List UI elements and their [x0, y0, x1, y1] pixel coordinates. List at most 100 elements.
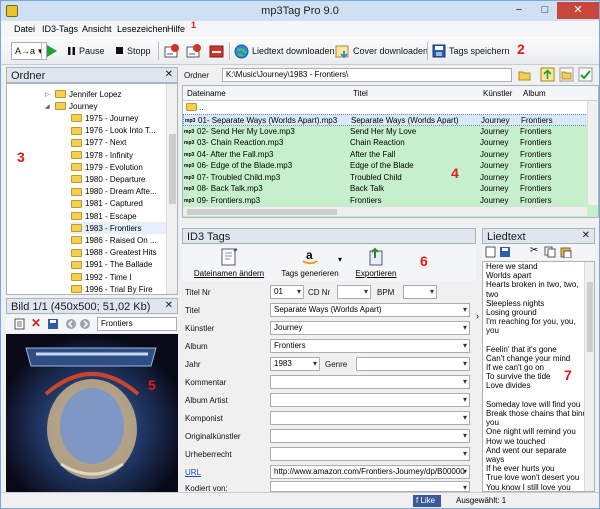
table-row[interactable]: mp3 04- After the Fall.mp3 After the Fall J…	[183, 148, 598, 161]
tree-item[interactable]: 1988 - Greatest Hits	[71, 247, 157, 259]
file-list-scrollbar[interactable]	[587, 101, 598, 205]
file-list[interactable]: Dateiname Titel Künstler Album .. mp3 01-…	[182, 85, 599, 218]
export-button[interactable]: Exportieren	[347, 247, 405, 279]
table-row[interactable]: mp3 07- Troubled Child.mp3 Troubled Child J…	[183, 171, 598, 184]
lyrics-scrollbar[interactable]	[584, 262, 594, 491]
table-row[interactable]: mp3 06- Edge of the Blade.mp3 Edge of the …	[183, 160, 598, 172]
table-row[interactable]: mp3 03- Chain Reaction.mp3 Chain Reaction J…	[183, 137, 598, 149]
cover-album-field[interactable]: Frontiers	[97, 317, 177, 331]
artist-field[interactable]: Journey	[270, 321, 470, 335]
url-field[interactable]: http://www.amazon.com/Frontiers-Journey/…	[270, 465, 470, 479]
minimize-button[interactable]: −	[506, 2, 532, 19]
album-field[interactable]: Frontiers	[270, 339, 470, 353]
hscroll-thumb[interactable]	[187, 209, 337, 215]
file-list-hscrollbar[interactable]	[183, 206, 587, 216]
next-icon[interactable]	[79, 318, 91, 330]
tree-item[interactable]: 1980 - Departure	[71, 173, 145, 185]
lyrics-text[interactable]: Here we stand Worlds apart Hearts broken i…	[482, 261, 595, 492]
close-icon[interactable]: ✕	[582, 230, 590, 241]
checkmark-icon[interactable]	[578, 67, 593, 82]
tree-item[interactable]: 1991 - The Ballade	[71, 259, 152, 271]
table-row[interactable]: mp3 01- Separate Ways (Worlds Apart).mp3 S…	[183, 114, 598, 126]
previous-icon[interactable]	[65, 318, 77, 330]
table-row[interactable]: mp3 09- Frontiers.mp3 Frontiers Journey Fron…	[183, 194, 598, 207]
tree-item[interactable]: 1980 - Dream Afte...	[71, 186, 157, 198]
original-artist-field[interactable]	[270, 429, 470, 443]
menu-bookmarks[interactable]: Lesezeichen	[117, 24, 168, 34]
encoded-by-field[interactable]	[270, 481, 470, 492]
folder-open-icon[interactable]	[518, 69, 531, 81]
tree-item[interactable]: ◢ Journey	[45, 100, 97, 112]
tree-item[interactable]: 1983 - Frontiers	[71, 222, 177, 235]
folder-browse-icon[interactable]	[559, 67, 574, 82]
cd-number-field[interactable]	[337, 285, 371, 299]
chevron-right-icon[interactable]: ›	[476, 311, 479, 321]
track-number-field[interactable]: 01	[270, 285, 304, 299]
tree-item[interactable]: ▷ Jennifer Lopez	[45, 88, 121, 100]
genre-field[interactable]	[356, 357, 470, 371]
save-icon[interactable]	[47, 318, 59, 330]
rename-files-button[interactable]: Dateinamen ändern	[190, 247, 268, 279]
tree-item[interactable]: 1986 - Raised On ...	[71, 234, 157, 246]
cut-icon[interactable]: ✂	[530, 245, 538, 256]
save-icon[interactable]	[499, 246, 511, 258]
maximize-button[interactable]: □	[532, 2, 558, 19]
folder-tree[interactable]: ▷ Jennifer Lopez ◢ Journey 1975 - Journey 197…	[6, 83, 178, 295]
table-row[interactable]: mp3 08- Back Talk.mp3 Back Talk Journey Fron…	[183, 183, 598, 195]
copy-icon[interactable]	[544, 246, 556, 258]
tag-remove-button[interactable]	[207, 42, 227, 60]
column-header-title[interactable]: Titel	[353, 89, 368, 98]
tree-item[interactable]: 1975 - Journey	[71, 112, 138, 124]
column-header-album[interactable]: Album	[523, 89, 546, 98]
stop-button[interactable]: Stopp	[115, 42, 151, 60]
pause-button[interactable]: Pause	[67, 42, 105, 60]
tree-item[interactable]: 1996 - Trial By Fire	[71, 283, 153, 294]
column-header-filename[interactable]: Dateiname	[187, 89, 226, 98]
folder-up-icon[interactable]	[540, 67, 555, 82]
tree-item[interactable]: 1981 - Escape	[71, 210, 137, 222]
album-artist-field[interactable]	[270, 393, 470, 407]
path-input[interactable]: K:\Music\Journey\1983 - Frontiers\	[222, 68, 512, 82]
scroll-thumb[interactable]	[587, 282, 593, 352]
comment-field[interactable]	[270, 375, 470, 389]
table-row[interactable]: mp3 02- Send Her My Love.mp3 Send Her My L…	[183, 125, 598, 138]
composer-field[interactable]	[270, 411, 470, 425]
close-icon[interactable]: ✕	[165, 300, 173, 311]
tag-paste-button[interactable]	[185, 42, 205, 60]
menu-file[interactable]: Datei	[14, 24, 35, 34]
menu-view[interactable]: Ansicht	[82, 24, 112, 34]
scroll-thumb[interactable]	[169, 134, 176, 204]
document-icon[interactable]	[14, 318, 25, 330]
delete-icon[interactable]: ✕	[31, 316, 41, 330]
tree-item[interactable]: 1981 - Captured	[71, 198, 143, 210]
close-button[interactable]: ✕	[557, 2, 599, 19]
play-button[interactable]	[46, 42, 58, 60]
expand-icon[interactable]: ◢	[45, 103, 52, 110]
tree-item[interactable]: 1992 - Time I	[71, 271, 132, 283]
menu-help[interactable]: Hilfe	[167, 24, 185, 34]
tree-item[interactable]: 1979 - Evolution	[71, 161, 143, 173]
tag-copy-button[interactable]	[163, 42, 183, 60]
menu-id3-tags[interactable]: ID3-Tags	[42, 24, 78, 34]
title-field[interactable]: Separate Ways (Worlds Apart)	[270, 303, 470, 317]
collapse-icon[interactable]: ▷	[45, 91, 52, 98]
column-header-artist[interactable]: Künstler	[483, 89, 512, 98]
bpm-field[interactable]	[403, 285, 437, 299]
generate-tags-button[interactable]: a Tags generieren	[274, 247, 346, 279]
copyright-field[interactable]	[270, 447, 470, 461]
lyrics-download-button[interactable]: Liedtext downloaden	[234, 42, 335, 60]
cover-download-button[interactable]: Cover downloaden	[335, 42, 428, 60]
tree-item[interactable]: 1976 - Look Into T...	[71, 125, 156, 137]
close-icon[interactable]: ✕	[165, 69, 173, 80]
save-tags-button[interactable]: Tags speichern	[432, 42, 510, 60]
url-label[interactable]: URL	[185, 468, 201, 477]
document-icon[interactable]	[485, 246, 496, 258]
folder-tree-scrollbar[interactable]	[166, 84, 177, 294]
tree-item[interactable]: 1977 - Next	[71, 137, 126, 149]
tree-item[interactable]: 1978 - Infinity	[71, 149, 133, 161]
chevron-down-icon[interactable]: ▾	[338, 255, 342, 264]
facebook-like-button[interactable]: f Like	[413, 495, 441, 507]
paste-icon[interactable]	[560, 246, 572, 258]
year-field[interactable]: 1983	[270, 357, 320, 371]
parent-folder-row[interactable]: ..	[183, 102, 598, 114]
